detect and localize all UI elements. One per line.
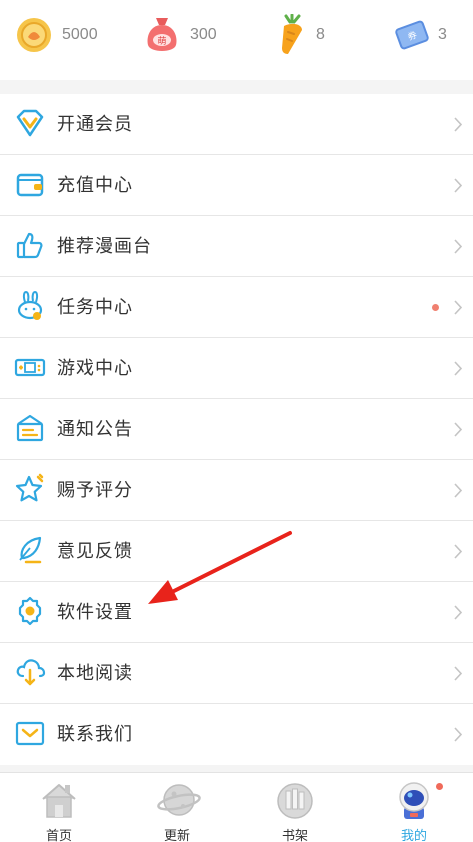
chevron-right-icon bbox=[454, 361, 463, 376]
game-console-icon bbox=[14, 358, 46, 377]
menu-item-label: 开通会员 bbox=[57, 114, 133, 135]
feather-pen-icon bbox=[19, 536, 42, 564]
chevron-right-icon bbox=[454, 666, 463, 681]
menu-item-tasks[interactable]: 任务中心 bbox=[0, 277, 473, 338]
asset-stats-bar: 5000 萌 300 8 券 3 bbox=[0, 0, 473, 80]
menu-item-label: 推荐漫画台 bbox=[57, 236, 152, 257]
carrot-stat[interactable]: 8 bbox=[276, 14, 325, 56]
astronaut-icon bbox=[399, 782, 429, 819]
chevron-right-icon bbox=[454, 300, 463, 315]
chevron-right-icon bbox=[454, 483, 463, 498]
menu-item-local-reading[interactable]: 本地阅读 bbox=[0, 643, 473, 704]
nav-label: 更新 bbox=[163, 829, 190, 842]
notification-badge bbox=[436, 783, 443, 790]
chevron-right-icon bbox=[454, 544, 463, 559]
ticket-icon: 券 bbox=[395, 20, 429, 50]
menu-item-label: 任务中心 bbox=[57, 297, 133, 318]
ticket-count: 3 bbox=[438, 26, 447, 43]
planet-icon bbox=[157, 784, 201, 816]
menu-item-label: 软件设置 bbox=[57, 602, 133, 623]
chevron-right-icon bbox=[454, 117, 463, 132]
menu-item-label: 游戏中心 bbox=[57, 358, 133, 379]
menu-item-label: 充值中心 bbox=[57, 175, 133, 196]
gear-icon bbox=[18, 596, 42, 626]
chevron-right-icon bbox=[454, 178, 463, 193]
menu-item-label: 本地阅读 bbox=[57, 663, 133, 684]
menu-item-label: 通知公告 bbox=[57, 419, 133, 440]
menu-item-label: 赐予评分 bbox=[57, 480, 133, 501]
chevron-right-icon bbox=[454, 605, 463, 620]
money-bag-icon: 萌 bbox=[147, 18, 177, 51]
house-icon bbox=[42, 784, 76, 818]
menu-item-notices[interactable]: 通知公告 bbox=[0, 399, 473, 460]
chevron-right-icon bbox=[454, 422, 463, 437]
coin-stat[interactable]: 5000 bbox=[14, 14, 98, 56]
nav-mine[interactable]: 我的 bbox=[355, 773, 473, 842]
menu-item-games[interactable]: 游戏中心 bbox=[0, 338, 473, 399]
money-bag-count: 300 bbox=[190, 26, 217, 43]
nav-label: 书架 bbox=[281, 829, 308, 842]
nav-home[interactable]: 首页 bbox=[0, 773, 118, 842]
bottom-nav: 首页 更新 书架 我的 bbox=[0, 772, 473, 842]
menu-item-rate[interactable]: 赐予评分 bbox=[0, 460, 473, 521]
coin-count: 5000 bbox=[62, 26, 98, 43]
thumbs-up-icon bbox=[16, 232, 43, 259]
nav-label: 我的 bbox=[400, 829, 427, 842]
nav-updates[interactable]: 更新 bbox=[118, 773, 236, 842]
money-bag-stat[interactable]: 萌 300 bbox=[142, 14, 217, 56]
chevron-right-icon bbox=[454, 727, 463, 742]
coin-icon bbox=[17, 18, 51, 52]
menu-item-recharge[interactable]: 充值中心 bbox=[0, 155, 473, 216]
ticket-stat[interactable]: 券 3 bbox=[394, 14, 447, 56]
mail-icon bbox=[15, 721, 45, 746]
menu-item-label: 意见反馈 bbox=[57, 541, 133, 562]
cloud-download-icon bbox=[16, 659, 46, 686]
nav-bookshelf[interactable]: 书架 bbox=[236, 773, 354, 842]
money-bag-text: 萌 bbox=[157, 35, 166, 47]
profile-menu-list: 开通会员 充值中心 推荐漫画台 任务中心 游戏中心 通知公告 赐予评分 意见反馈… bbox=[0, 94, 473, 765]
profile-page: 5000 萌 300 8 券 3 开通会员 充值中心 推荐漫画台 任务中心 游戏… bbox=[0, 0, 473, 842]
wallet-icon bbox=[16, 173, 44, 197]
menu-item-label: 联系我们 bbox=[57, 724, 133, 745]
menu-item-vip[interactable]: 开通会员 bbox=[0, 94, 473, 155]
carrot-icon bbox=[282, 14, 302, 54]
menu-item-recommend[interactable]: 推荐漫画台 bbox=[0, 216, 473, 277]
bunny-task-icon bbox=[17, 290, 43, 320]
menu-item-contact[interactable]: 联系我们 bbox=[0, 704, 473, 765]
nav-label: 首页 bbox=[45, 829, 72, 842]
notification-dot bbox=[432, 304, 439, 311]
chevron-right-icon bbox=[454, 239, 463, 254]
star-icon bbox=[15, 473, 44, 502]
carrot-count: 8 bbox=[316, 26, 325, 43]
notice-board-icon bbox=[16, 414, 44, 442]
menu-item-feedback[interactable]: 意见反馈 bbox=[0, 521, 473, 582]
menu-item-settings[interactable]: 软件设置 bbox=[0, 582, 473, 643]
vip-diamond-icon bbox=[16, 109, 44, 137]
bookshelf-icon bbox=[277, 783, 313, 819]
